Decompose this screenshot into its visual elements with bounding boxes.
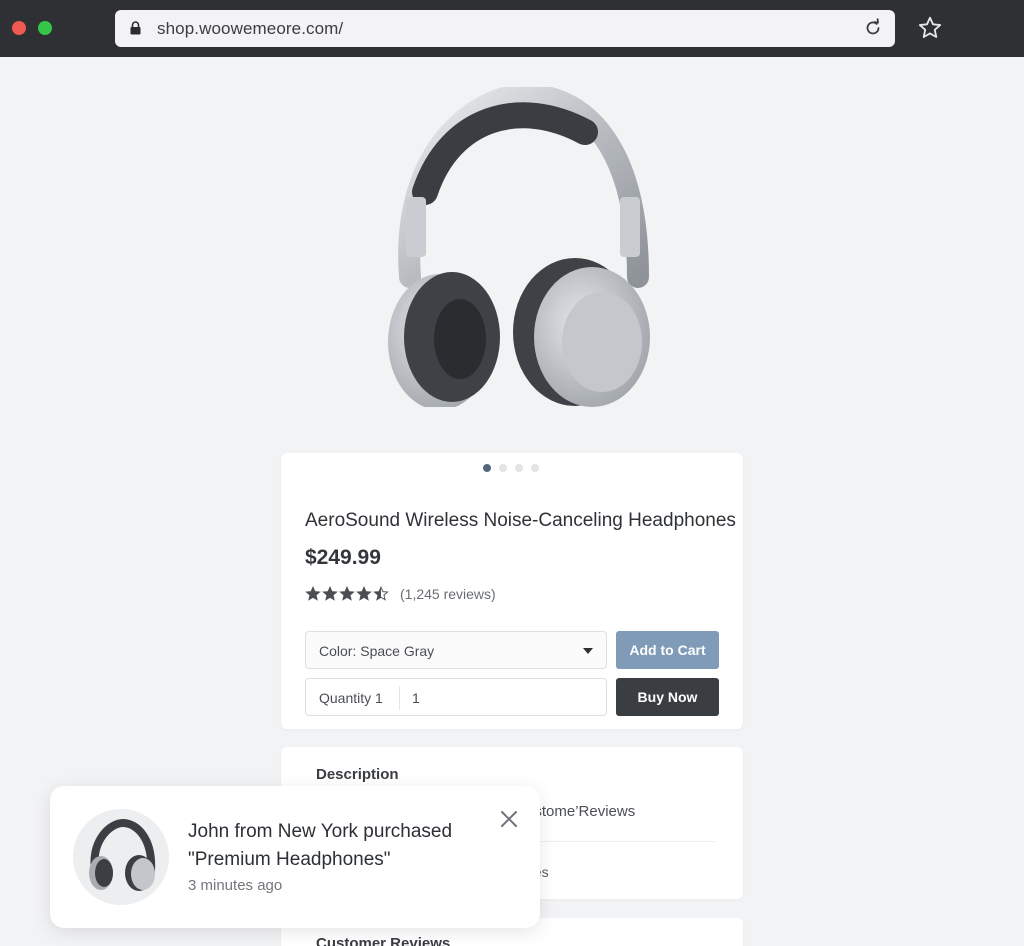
add-to-cart-button[interactable]: Add to Cart <box>616 631 719 669</box>
product-title: AeroSound Wireless Noise-Canceling Headp… <box>305 510 736 531</box>
maximize-window-button[interactable] <box>38 21 52 35</box>
chevron-down-icon <box>583 648 593 654</box>
close-icon[interactable] <box>499 809 519 829</box>
tab-customer-reviews[interactable]: ustome’Reviews <box>526 803 635 820</box>
rating-star-icon <box>373 586 389 601</box>
carousel-dot[interactable] <box>483 464 491 472</box>
customer-reviews-heading: Customer Reviews <box>316 935 451 946</box>
buy-now-button[interactable]: Buy Now <box>616 678 719 716</box>
rating-star-icon <box>356 586 372 601</box>
carousel-dot[interactable] <box>499 464 507 472</box>
lock-icon <box>130 21 141 35</box>
notification-time: 3 minutes ago <box>188 877 283 894</box>
rating-stars <box>305 586 389 602</box>
product-price: $249.99 <box>305 546 381 569</box>
rating-row: (1,245 reviews) <box>305 586 496 602</box>
browser-toolbar: shop.woowemeore.com/ <box>0 0 1024 57</box>
reviews-count[interactable]: (1,245 reviews) <box>400 586 496 602</box>
reload-icon[interactable] <box>863 18 883 38</box>
purchase-notification[interactable]: John from New York purchased "Premium He… <box>50 786 540 928</box>
quantity-field[interactable]: Quantity 1 1 <box>305 678 607 716</box>
rating-star-icon <box>305 586 321 601</box>
notification-message: John from New York purchased "Premium He… <box>188 821 453 870</box>
tab-description[interactable]: Description <box>316 766 399 783</box>
url-text: shop.woowemeore.com/ <box>157 19 344 38</box>
quantity-input[interactable]: 1 <box>412 690 420 706</box>
close-window-button[interactable] <box>12 21 26 35</box>
carousel-dot[interactable] <box>515 464 523 472</box>
product-card: AeroSound Wireless Noise-Canceling Headp… <box>281 453 743 729</box>
color-select-value: Color: Space Gray <box>319 643 435 659</box>
address-bar[interactable]: shop.woowemeore.com/ <box>115 10 895 47</box>
rating-star-icon <box>339 586 355 601</box>
star-bookmark-icon[interactable] <box>917 15 943 41</box>
quantity-divider <box>399 686 400 710</box>
quantity-label: Quantity 1 <box>319 690 383 706</box>
color-select[interactable]: Color: Space Gray <box>305 631 607 669</box>
carousel-dots <box>483 464 539 472</box>
carousel-dot[interactable] <box>531 464 539 472</box>
rating-star-icon <box>322 586 338 601</box>
product-image[interactable] <box>370 87 660 407</box>
notification-product-image <box>73 809 169 905</box>
